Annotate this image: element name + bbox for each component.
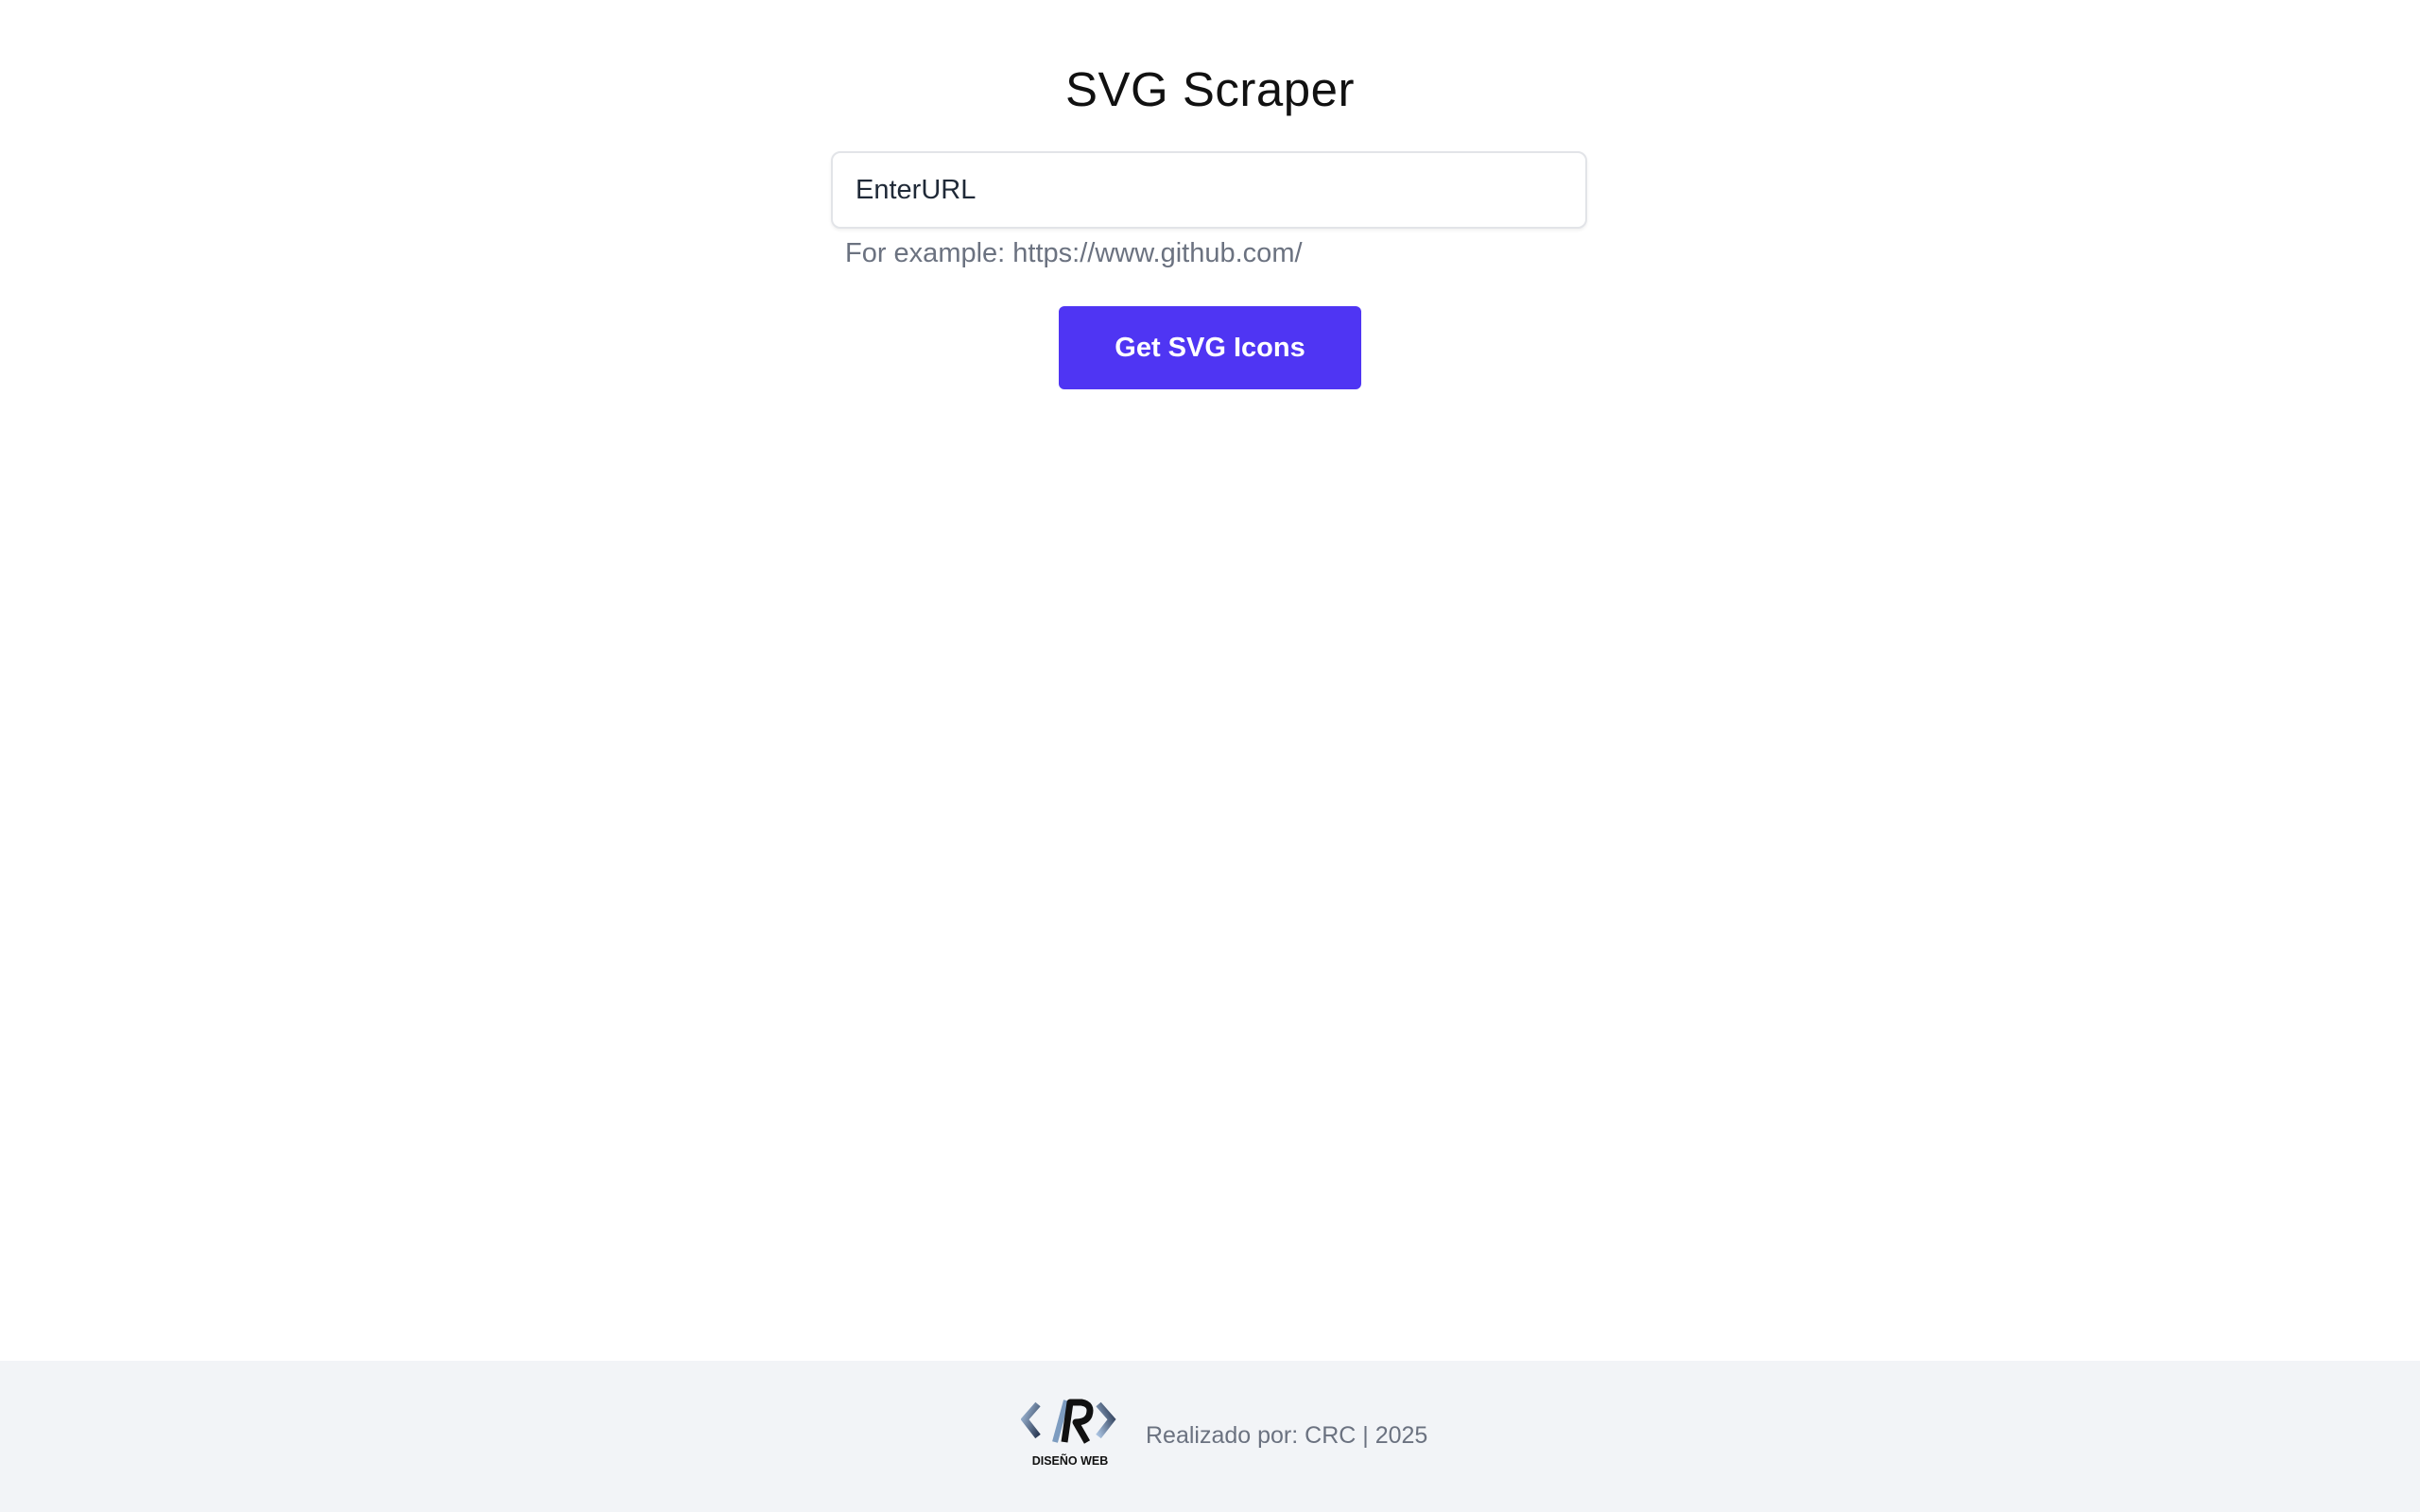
footer: DISEÑO WEB Realizado por: CRC | 2025: [0, 1361, 2420, 1512]
page: SVG Scraper For example: https://www.git…: [0, 0, 2420, 1512]
logo-wordmark: DISEÑO WEB: [1032, 1453, 1109, 1468]
url-input[interactable]: [831, 151, 1587, 229]
crc-logo-icon: DISEÑO WEB: [1021, 1397, 1119, 1472]
footer-credit: Realizado por: CRC | 2025: [1146, 1421, 1428, 1449]
url-example-hint: For example: https://www.github.com/: [845, 238, 1303, 268]
footer-content: DISEÑO WEB Realizado por: CRC | 2025: [1021, 1397, 1427, 1472]
page-title: SVG Scraper: [1065, 62, 1355, 116]
get-svg-icons-button[interactable]: Get SVG Icons: [1059, 306, 1361, 389]
main-content: SVG Scraper For example: https://www.git…: [0, 0, 2420, 1361]
